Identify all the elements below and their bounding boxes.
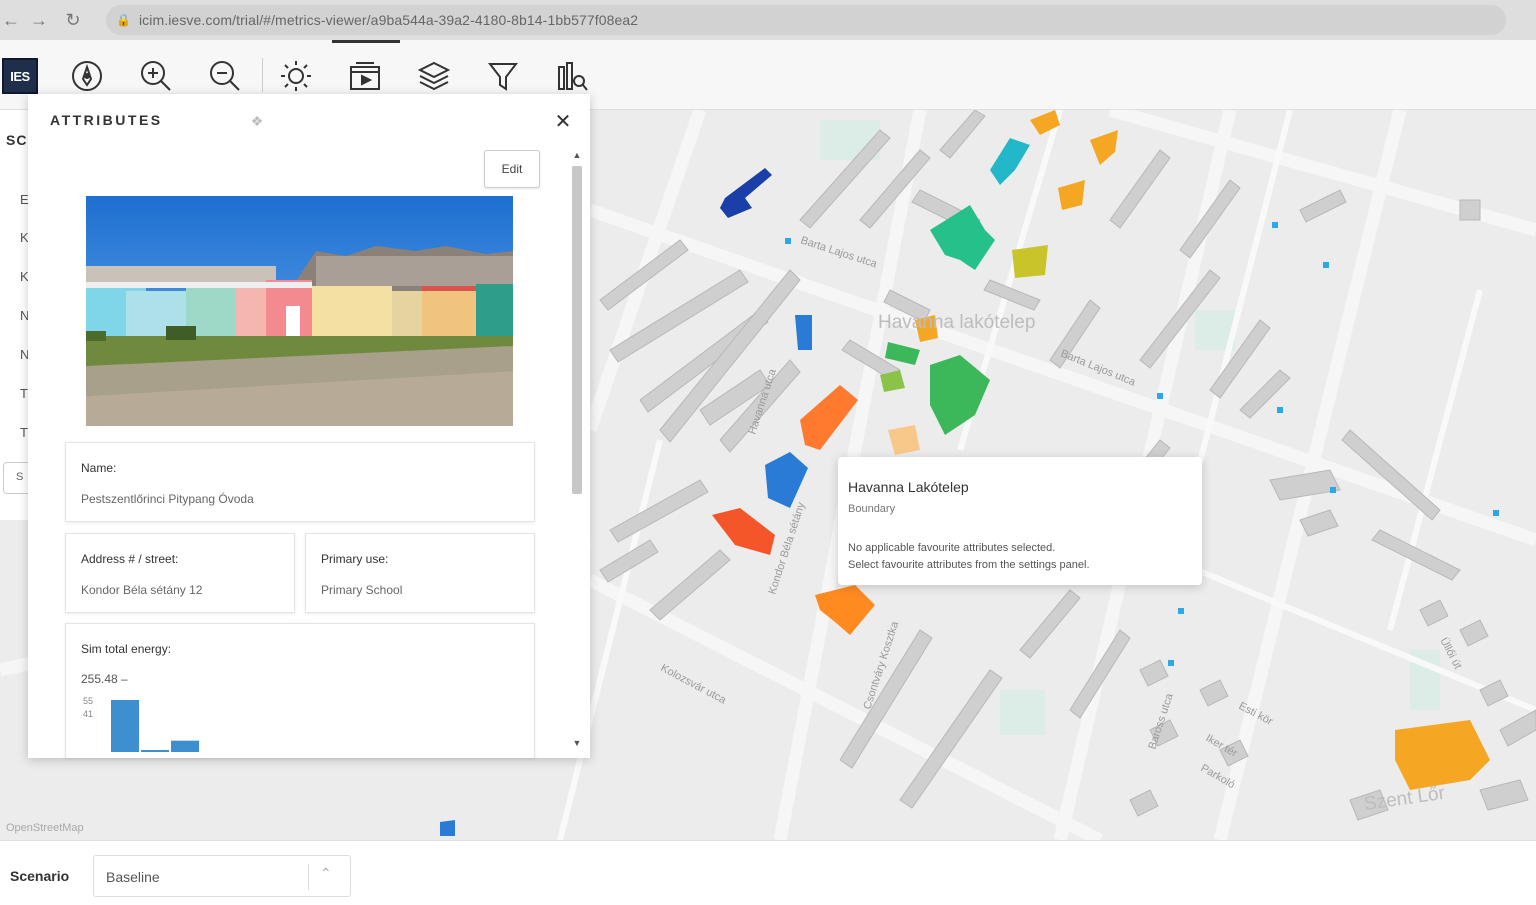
edit-button[interactable]: Edit	[484, 150, 540, 188]
street-label: Barta Lajos utca	[799, 234, 879, 270]
energy-histogram[interactable]: 5541	[81, 696, 531, 756]
address-label: Address # / street:	[81, 552, 179, 566]
primary-use-value: Primary School	[321, 583, 403, 597]
energy-max-value: 255.48 –	[81, 672, 128, 686]
map-attribution[interactable]: OpenStreetMap	[6, 822, 84, 834]
popup-title: Havanna Lakótelep	[848, 479, 969, 495]
primary-use-label: Primary use:	[321, 552, 389, 566]
histogram-bar[interactable]	[111, 700, 139, 752]
energy-card: Sim total energy: 255.48 – 55 41	[65, 623, 535, 758]
name-label: Name:	[81, 461, 117, 475]
building-green-h2[interactable]	[930, 355, 990, 435]
chevron-up-icon[interactable]: ⌃	[320, 865, 332, 882]
drag-handle-icon[interactable]: ❖	[248, 112, 266, 130]
address-value: Kondor Béla sétány 12	[81, 583, 203, 597]
chart-search-icon[interactable]	[552, 56, 592, 96]
scenario-label: Scenario	[10, 868, 70, 884]
layers-icon[interactable]	[414, 56, 454, 96]
park-area	[1000, 690, 1045, 735]
attributes-title: ATTRIBUTES	[50, 112, 163, 128]
reload-icon[interactable]: ↻	[56, 3, 90, 37]
popup-subtitle: Boundary	[848, 503, 896, 515]
sidebar-button[interactable]: S	[3, 462, 31, 494]
scroll-down-icon[interactable]: ▼	[571, 738, 583, 750]
zoom-in-icon[interactable]	[136, 56, 176, 96]
sidebar-header: SC	[6, 132, 28, 148]
scroll-up-icon[interactable]: ▲	[571, 150, 583, 162]
building-photo	[86, 196, 513, 426]
compass-icon[interactable]	[67, 56, 107, 96]
building-orange[interactable]	[800, 385, 858, 450]
url-text: icim.iesve.com/trial/#/metrics-viewer/a9…	[138, 12, 639, 28]
media-icon[interactable]	[345, 56, 385, 96]
active-tab-indicator	[332, 40, 400, 43]
building-green[interactable]	[885, 342, 920, 365]
histogram-bar[interactable]	[171, 740, 199, 752]
building-blue-2[interactable]	[765, 452, 808, 508]
browser-bar: ← → ↻ 🔒 icim.iesve.com/trial/#/metrics-v…	[0, 0, 1536, 40]
popup-message: Select favourite attributes from the set…	[848, 559, 1090, 571]
scenario-value: Baseline	[106, 869, 160, 885]
scenario-bar: Scenario Baseline ⌃	[0, 840, 1536, 905]
sun-icon[interactable]	[276, 56, 316, 96]
lock-icon: 🔒	[116, 13, 131, 27]
building-olive[interactable]	[1012, 245, 1048, 278]
panel-scrollbar[interactable]: ▲ ▼	[568, 150, 586, 754]
popup-message: No applicable favourite attributes selec…	[848, 542, 1056, 554]
select-divider	[308, 864, 309, 890]
building-amber[interactable]	[1058, 180, 1085, 210]
filter-icon[interactable]	[483, 56, 523, 96]
sidebar-item[interactable]: T	[20, 425, 28, 440]
street-label: Kolozsvár utca	[659, 662, 729, 707]
building-blue-small[interactable]	[440, 820, 455, 836]
ies-logo[interactable]: IES	[2, 58, 38, 94]
attributes-panel: ATTRIBUTES ❖ ✕ Edit ▲ ▼ Name: Pestszentl…	[28, 94, 590, 758]
histogram-tick-label: 55	[83, 696, 93, 706]
street-label: Üllői út	[1437, 636, 1463, 671]
histogram-tick-label: 41	[83, 709, 93, 719]
building-amber-large[interactable]	[1395, 720, 1490, 790]
name-card: Name: Pestszentlőrinci Pitypang Óvoda	[65, 442, 535, 522]
toolbar-divider	[262, 58, 263, 92]
energy-label: Sim total energy:	[81, 642, 172, 656]
app-root: ← → ↻ 🔒 icim.iesve.com/trial/#/metrics-v…	[0, 0, 1536, 905]
street-label: Iker tér	[1204, 732, 1240, 760]
building-blue[interactable]	[795, 315, 812, 350]
forward-icon[interactable]: →	[22, 3, 56, 37]
area-label-2: Szent Lőr	[1363, 783, 1447, 815]
scenario-sidebar: SC E K K N N T T S	[0, 110, 31, 520]
building-navy[interactable]	[720, 168, 772, 218]
building-red-orange[interactable]	[712, 508, 775, 555]
scenario-select[interactable]: Baseline ⌃	[93, 855, 351, 897]
zoom-out-icon[interactable]	[205, 56, 245, 96]
sidebar-item[interactable]: T	[20, 386, 28, 401]
street-label: Parkoló	[1199, 762, 1237, 791]
building-peach[interactable]	[888, 425, 920, 455]
primary-use-card: Primary use: Primary School	[305, 533, 535, 613]
building-teal[interactable]	[990, 138, 1030, 185]
street-label: Kondor Béla sétány	[766, 500, 807, 595]
close-icon[interactable]: ✕	[552, 110, 574, 133]
building-amber[interactable]	[1090, 130, 1118, 165]
map-popup: Havanna Lakótelep Boundary No applicable…	[838, 457, 1202, 585]
url-bar[interactable]: 🔒 icim.iesve.com/trial/#/metrics-viewer/…	[106, 5, 1506, 35]
address-card: Address # / street: Kondor Béla sétány 1…	[65, 533, 295, 613]
scroll-thumb[interactable]	[572, 166, 582, 494]
back-icon[interactable]: ←	[0, 3, 22, 37]
area-label: Havanna lakótelep	[878, 312, 1035, 333]
histogram-bar[interactable]	[141, 750, 169, 752]
name-value: Pestszentlőrinci Pitypang Óvoda	[81, 492, 254, 506]
